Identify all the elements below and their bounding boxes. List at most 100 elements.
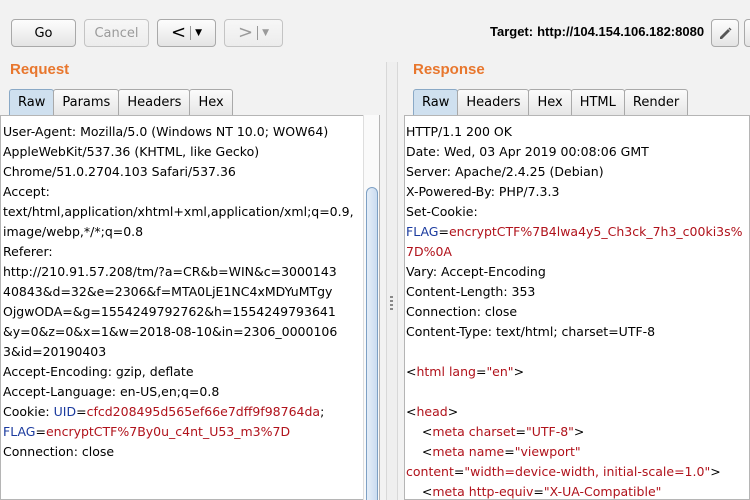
response-line: Content-Type: text/html; charset=UTF-8 (406, 324, 656, 339)
set-cookie-flag-name: FLAG (406, 224, 439, 239)
response-line: Set-Cookie: (406, 204, 478, 219)
request-line: User-Agent: Mozilla/5.0 (Windows NT 10.0… (3, 124, 329, 139)
content-attr: content (406, 464, 454, 479)
response-line: Date: Wed, 03 Apr 2019 00:08:06 GMT (406, 144, 649, 159)
tab-render[interactable]: Render (623, 89, 689, 115)
meta-httpequiv-line: <meta http-equiv="X-UA-Compatible" (406, 484, 662, 499)
set-cookie-flag-value-cont: 7D%0A (406, 244, 452, 259)
response-line: X-Powered-By: PHP/7.3.3 (406, 184, 560, 199)
charset-val: "UTF-8" (525, 424, 574, 439)
charset-attr: charset (468, 424, 516, 439)
request-line: Referer: (3, 244, 53, 259)
set-cookie-flag-value: encryptCTF%7B4lwa4y5_Ch3ck_7h3_c00ki3s% (448, 224, 743, 239)
request-line: text/html,application/xhtml+xml,applicat… (3, 204, 354, 219)
tab-raw[interactable]: Raw (413, 89, 459, 115)
httpequiv-attr: http-equiv (468, 484, 534, 499)
response-line: Connection: close (406, 304, 518, 319)
cookie-flag-value: encryptCTF%7By0u_c4nt_U53_m3%7D (45, 424, 291, 439)
request-line: OjgwODA=&g=1554249792762&h=1554249793641 (3, 304, 336, 319)
head-tag: head (416, 404, 448, 419)
name-val: "viewport" (514, 444, 581, 459)
cookie-eq: = (76, 404, 87, 419)
request-scrollbar[interactable] (363, 115, 379, 500)
request-line: http://210.91.57.208/tm/?a=CR&b=WIN&c=30… (3, 264, 337, 279)
target-label: Target: (490, 24, 534, 39)
cookie-eq: = (35, 424, 46, 439)
tab-headers[interactable]: Headers (457, 89, 530, 115)
tab-params[interactable]: Params (53, 89, 120, 115)
response-line: Content-Length: 353 (406, 284, 536, 299)
cookie-uid-name: UID (53, 404, 77, 419)
cookie-flag-name: FLAG (3, 424, 36, 439)
splitter-grip-icon[interactable] (389, 296, 394, 314)
html-tag: html (416, 364, 445, 379)
response-line: HTTP/1.1 200 OK (406, 124, 512, 139)
meta-tag: meta (432, 444, 465, 459)
chevron-left-icon: < (170, 22, 187, 43)
request-line: Connection: close (3, 444, 115, 459)
lang-val: "en" (486, 364, 514, 379)
response-text: HTTP/1.1 200 OK Date: Wed, 03 Apr 2019 00… (405, 116, 749, 499)
html-tag-line: <html lang="en"> (406, 364, 525, 379)
cookie-line: Cookie: UID=cfcd208495d565ef66e7dff9f987… (3, 402, 379, 422)
tab-html[interactable]: HTML (570, 89, 625, 115)
head-tag-line: <head> (406, 404, 459, 419)
back-button[interactable]: < ▼ (157, 19, 216, 47)
request-line: Chrome/51.0.2704.103 Safari/537.36 (3, 164, 236, 179)
request-line: Accept: (3, 184, 50, 199)
panel-splitter[interactable] (386, 62, 398, 500)
request-line: 40843&d=32&e=2306&f=MTA0LjE1NC4xMDYuMTgy (3, 284, 333, 299)
cookie-semicolon: ; (320, 404, 325, 419)
dropdown-arrow-icon[interactable]: ▼ (195, 28, 202, 38)
meta-charset-line: <meta charset="UTF-8"> (406, 424, 585, 439)
httpequiv-val: "X-UA-Compatible" (543, 484, 662, 499)
response-line: Vary: Accept-Encoding (406, 264, 546, 279)
scroll-thumb[interactable] (366, 187, 378, 500)
cookie-flag-line: FLAG=encryptCTF%7By0u_c4nt_U53_m3%7D (3, 422, 379, 442)
meta-tag: meta (432, 484, 465, 499)
help-button[interactable] (744, 19, 750, 47)
response-viewer[interactable]: HTTP/1.1 200 OK Date: Wed, 03 Apr 2019 00… (404, 115, 750, 500)
content-val: "width=device-width, initial-scale=1.0" (464, 464, 711, 479)
tab-hex[interactable]: Hex (189, 89, 233, 115)
meta-viewport-line: <meta name="viewport" (406, 444, 581, 459)
lang-attr: lang (448, 364, 476, 379)
request-line: 3&id=20190403 (3, 344, 107, 359)
cookie-uid-value: cfcd208495d565ef66e7dff9f98764da (86, 404, 321, 419)
tab-raw[interactable]: Raw (9, 89, 55, 115)
response-line: Server: Apache/2.4.25 (Debian) (406, 164, 604, 179)
request-line: image/webp,*/*;q=0.8 (3, 224, 144, 239)
target-value: http://104.154.106.182:8080 (537, 24, 705, 39)
divider (257, 26, 259, 40)
request-tabs: Raw Params Headers Hex (9, 89, 233, 115)
chevron-right-icon: > (237, 22, 254, 43)
response-title: Response (413, 61, 485, 78)
request-line: Accept-Language: en-US,en;q=0.8 (3, 384, 220, 399)
meta-tag: meta (432, 424, 465, 439)
request-line: Accept-Encoding: gzip, deflate (3, 364, 194, 379)
request-line: AppleWebKit/537.36 (KHTML, like Gecko) (3, 144, 260, 159)
meta-content-line: content="width=device-width, initial-sca… (406, 464, 721, 479)
edit-target-button[interactable] (711, 19, 739, 47)
request-text: User-Agent: Mozilla/5.0 (Windows NT 10.0… (1, 116, 379, 462)
response-tabs: Raw Headers Hex HTML Render (413, 89, 689, 115)
request-editor[interactable]: User-Agent: Mozilla/5.0 (Windows NT 10.0… (0, 115, 380, 500)
cancel-button[interactable]: Cancel (84, 19, 149, 47)
tab-headers[interactable]: Headers (118, 89, 191, 115)
dropdown-arrow-icon[interactable]: ▼ (262, 28, 269, 38)
go-button[interactable]: Go (11, 19, 76, 47)
set-cookie-flag-line: FLAG=encryptCTF%7B4lwa4y5_Ch3ck_7h3_c00k… (406, 222, 749, 242)
set-cookie-eq: = (438, 224, 449, 239)
name-attr: name (468, 444, 505, 459)
request-title: Request (10, 61, 70, 78)
tab-hex[interactable]: Hex (528, 89, 572, 115)
divider (190, 26, 192, 40)
forward-button[interactable]: > ▼ (224, 19, 283, 47)
toolbar: Go Cancel < ▼ > ▼ Target: http://104.154.… (0, 0, 750, 62)
pencil-icon (720, 27, 732, 39)
request-line: &y=0&z=0&x=1&w=2018-08-10&in=2306_000010… (3, 324, 338, 339)
target-display: Target: http://104.154.106.182:8080 (490, 24, 704, 39)
cookie-key: Cookie: (3, 404, 54, 419)
